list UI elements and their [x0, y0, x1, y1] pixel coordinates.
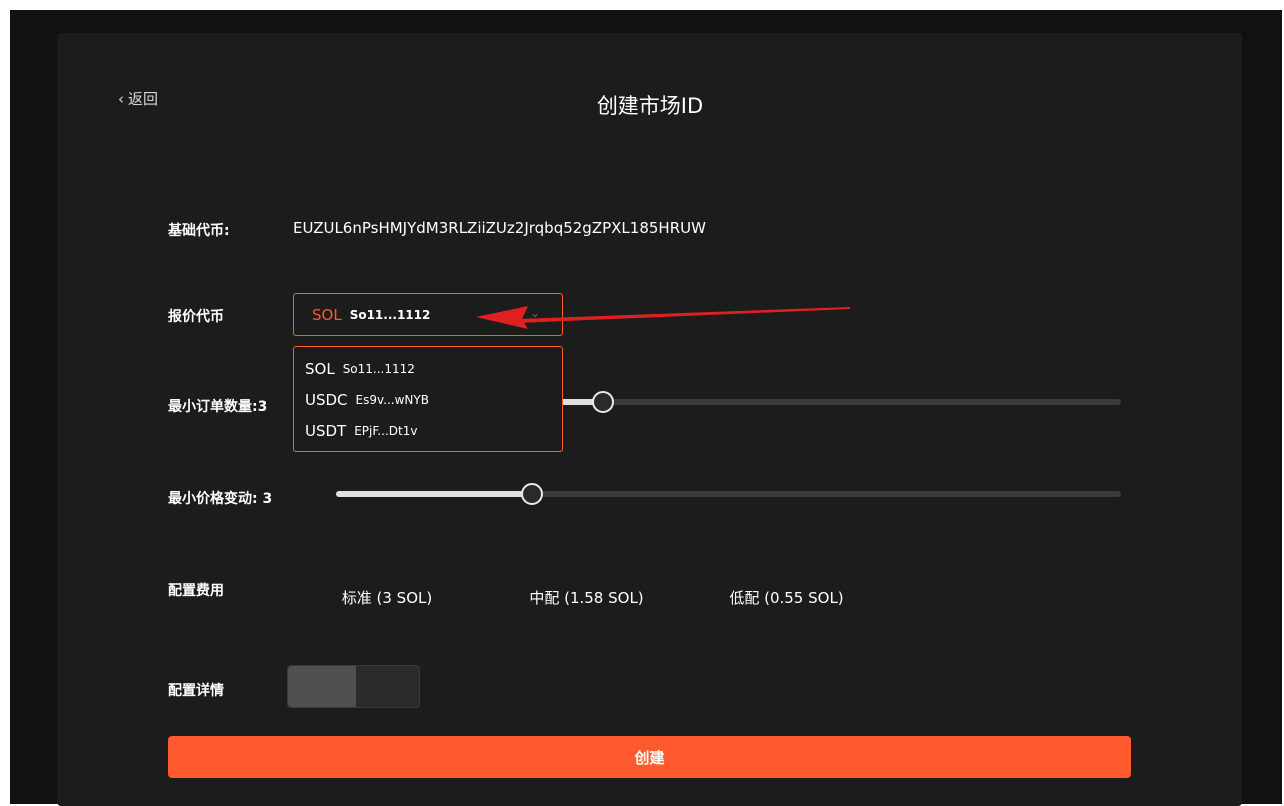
base-token-label: 基础代币: — [168, 223, 230, 239]
quote-option-address: So11...1112 — [342, 361, 415, 376]
quote-option-address: Es9v...wNYB — [355, 392, 429, 407]
quote-selected-symbol: SOL — [312, 305, 342, 324]
quote-option-usdc[interactable]: USDC Es9v...wNYB — [294, 384, 562, 415]
create-button[interactable]: 创建 — [168, 736, 1131, 778]
min-order-slider-thumb[interactable] — [591, 391, 614, 413]
details-toggle-knob — [288, 666, 356, 707]
quote-option-usdt[interactable]: USDT EPjF...Dt1v — [294, 415, 562, 446]
min-price-slider[interactable] — [336, 483, 1121, 505]
base-token-value: EUZUL6nPsHMJYdM3RLZiiZUz2Jrqbq52gZPXL185… — [293, 219, 706, 237]
quote-token-label: 报价代币 — [168, 309, 224, 325]
main-panel — [57, 33, 1242, 806]
quote-option-sol[interactable]: SOL So11...1112 — [294, 353, 562, 384]
quote-option-symbol: SOL — [305, 359, 335, 378]
min-price-value: 3 — [262, 491, 273, 507]
fee-low-button[interactable]: 低配 (0.55 SOL) — [702, 572, 871, 622]
fee-label: 配置费用 — [168, 583, 224, 599]
quote-option-address: EPjF...Dt1v — [354, 423, 418, 438]
quote-option-symbol: USDC — [305, 390, 348, 409]
quote-token-dropdown: SOL So11...1112 USDC Es9v...wNYB USDT EPjF...… — [293, 346, 563, 452]
page-title: 创建市场ID — [596, 94, 704, 118]
fee-medium-button[interactable]: 中配 (1.58 SOL) — [502, 572, 671, 622]
fee-standard-button[interactable]: 标准 (3 SOL) — [303, 572, 471, 622]
min-price-slider-fill — [336, 491, 533, 497]
quote-option-symbol: USDT — [305, 421, 347, 440]
min-price-label: 最小价格变动: 3 — [168, 491, 273, 507]
quote-selected-address: So11...1112 — [349, 307, 431, 322]
min-order-label: 最小订单数量:3 — [168, 399, 268, 415]
min-order-value: 3 — [257, 399, 268, 415]
details-label: 配置详情 — [168, 683, 224, 699]
details-toggle[interactable] — [287, 665, 420, 708]
annotation-arrow — [476, 306, 850, 329]
